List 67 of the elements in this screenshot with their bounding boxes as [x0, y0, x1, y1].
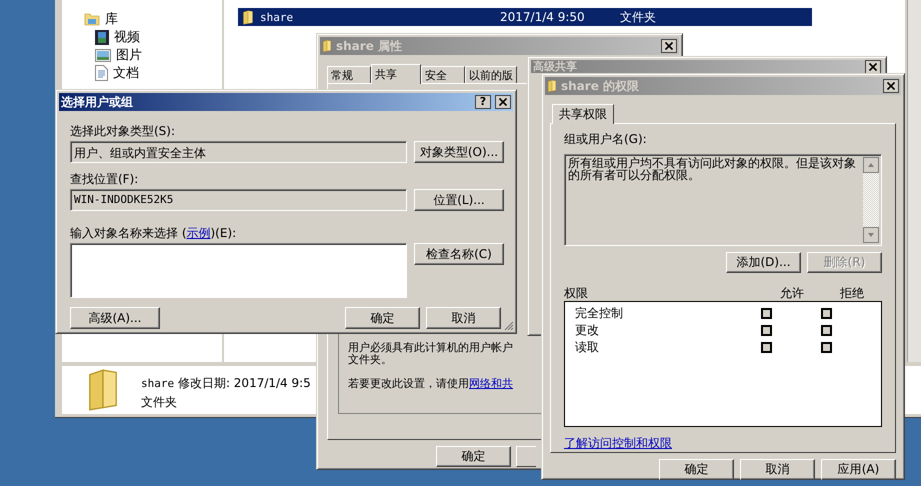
field-label: 选择此对象类型(S):: [70, 123, 176, 140]
locations-button[interactable]: 位置(L)...: [414, 189, 504, 211]
checkbox[interactable]: [761, 308, 772, 319]
scroll-up-button[interactable]: [863, 157, 879, 173]
tab[interactable]: 常规: [327, 66, 371, 83]
nav-item[interactable]: 文档: [95, 64, 222, 82]
window-title: 高级共享: [533, 60, 578, 72]
checkbox[interactable]: [761, 325, 772, 336]
permission-name: 更改: [575, 322, 600, 339]
list-message: 所有组或用户均不具有访问此对象的权限。但是该对象的所有者可以分配权限。: [568, 157, 857, 184]
user-list[interactable]: 所有组或用户均不具有访问此对象的权限。但是该对象的所有者可以分配权限。: [564, 154, 882, 246]
field-label: 输入对象名称来选择 (示例)(E):: [70, 225, 238, 242]
library-icon: [84, 12, 100, 26]
checkbox[interactable]: [761, 342, 772, 353]
scrollbar[interactable]: [907, 0, 921, 362]
document-icon: [95, 65, 108, 81]
window-title: 选择用户或组: [61, 94, 134, 110]
network-link[interactable]: 网络和共: [469, 377, 513, 390]
permission-name: 完全控制: [575, 305, 624, 322]
help-link[interactable]: 了解访问控制和权限: [564, 435, 672, 452]
group-label: 组或用户名(G):: [564, 131, 648, 148]
nav-item[interactable]: 图片: [95, 46, 222, 64]
file-type: 文件夹: [141, 394, 178, 411]
folder-icon: [322, 39, 332, 53]
tab[interactable]: 共享: [371, 64, 421, 84]
note-text: 用户必须具有此计算机的用户帐户 文件夹。: [348, 342, 513, 366]
window-title: share 的权限: [561, 78, 640, 94]
nav-item[interactable]: 视频: [95, 28, 222, 46]
column-header: 拒绝: [840, 285, 865, 301]
resize-grip-icon[interactable]: [503, 320, 514, 331]
check-names-button[interactable]: 检查名称(C): [414, 243, 504, 265]
advanced-button[interactable]: 高级(A)...: [70, 307, 160, 329]
examples-link[interactable]: 示例: [186, 226, 210, 240]
permission-name: 读取: [575, 339, 600, 356]
dialog-button[interactable]: 取消: [740, 459, 815, 480]
file-row[interactable]: share 2017/1/4 9:50 文件夹: [238, 8, 812, 26]
dialog-button[interactable]: 确定: [659, 459, 734, 480]
scroll-down-button[interactable]: [863, 227, 879, 243]
ok-button[interactable]: 确定: [436, 446, 511, 467]
column-header: 权限: [564, 285, 589, 301]
field-label: 查找位置(F):: [70, 171, 140, 188]
file-details: share 修改日期: 2017/1/4 9:5: [141, 375, 311, 392]
ok-button[interactable]: 确定: [345, 307, 420, 329]
tab[interactable]: 安全: [421, 66, 465, 83]
object-type-field: 用户、组或内置安全主体: [70, 141, 407, 163]
checkbox[interactable]: [821, 325, 832, 336]
folder-icon: [242, 10, 254, 24]
names-input-field[interactable]: [70, 243, 407, 298]
checkbox[interactable]: [821, 342, 832, 353]
window-title: share 属性: [336, 38, 404, 54]
dialog-button[interactable]: [516, 446, 536, 467]
nav-item[interactable]: 库: [84, 10, 222, 28]
folder-icon: [547, 79, 557, 93]
landscape-icon: [95, 48, 111, 62]
dialog-button[interactable]: 应用(A): [821, 459, 896, 480]
change-text: 若要更改此设置，请使用网络和共: [348, 376, 513, 391]
column-header: 允许: [780, 285, 805, 301]
film-icon: [95, 30, 109, 44]
object-types-button[interactable]: 对象类型(O)...: [414, 141, 504, 163]
list-button[interactable]: 添加(D)...: [726, 252, 801, 273]
location-field: WIN-INDODKE52K5: [70, 189, 407, 211]
close-button[interactable]: [495, 95, 511, 109]
tab[interactable]: 以前的版: [465, 66, 517, 83]
cancel-button[interactable]: 取消: [426, 307, 501, 329]
checkbox[interactable]: [821, 308, 832, 319]
tab[interactable]: 共享权限: [552, 104, 614, 124]
help-button[interactable]: ?: [475, 95, 491, 109]
